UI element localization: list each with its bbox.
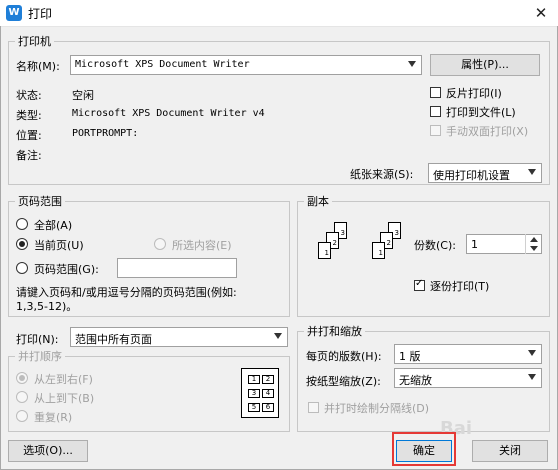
pages-per-sheet-label: 每页的版数(H): bbox=[306, 350, 382, 363]
location-label: 位置: bbox=[16, 129, 42, 142]
range-pages-radio[interactable] bbox=[16, 262, 28, 274]
range-hint-line2: 1,3,5-12)。 bbox=[16, 300, 78, 313]
paper-source-label: 纸张来源(S): bbox=[350, 168, 414, 181]
properties-button[interactable]: 属性(P)... bbox=[430, 54, 540, 76]
order-repeat-label: 重复(R) bbox=[34, 411, 73, 424]
order-repeat-radio[interactable] bbox=[16, 410, 28, 422]
draw-borders-checkbox[interactable] bbox=[308, 402, 319, 413]
paper-source-value: 使用打印机设置 bbox=[433, 169, 510, 182]
scale-select[interactable]: 无缩放 bbox=[394, 368, 542, 388]
print-what-select[interactable]: 范围中所有页面 bbox=[70, 327, 288, 347]
close-icon[interactable]: ✕ bbox=[528, 2, 554, 24]
range-selection-radio[interactable] bbox=[154, 238, 166, 250]
range-pages-label: 页码范围(G): bbox=[34, 263, 99, 276]
order-preview: 1 2 3 4 5 6 bbox=[241, 368, 279, 418]
range-all-label: 全部(A) bbox=[34, 219, 73, 232]
spin-up-icon bbox=[530, 237, 538, 242]
status-label: 状态: bbox=[16, 89, 42, 102]
copies-legend: 副本 bbox=[307, 195, 329, 208]
title-bar bbox=[0, 0, 558, 27]
copies-count-input[interactable]: 1 bbox=[466, 234, 542, 254]
pages-per-sheet-value: 1 版 bbox=[399, 350, 421, 363]
order-cell: 2 bbox=[262, 375, 274, 384]
highlight-box bbox=[392, 432, 456, 466]
print-to-file-checkbox[interactable] bbox=[430, 106, 441, 117]
chevron-down-icon bbox=[274, 333, 282, 339]
printer-name-label: 名称(M): bbox=[16, 60, 60, 73]
print-to-file-label: 打印到文件(L) bbox=[446, 106, 516, 119]
collate-illustration-b: 3 2 1 bbox=[364, 222, 409, 287]
collate-label: 逐份打印(T) bbox=[430, 280, 490, 293]
page-range-input[interactable] bbox=[117, 258, 237, 278]
app-icon: W bbox=[6, 5, 22, 21]
scale-label: 按纸型缩放(Z): bbox=[306, 375, 381, 388]
chevron-down-icon bbox=[528, 350, 536, 356]
range-all-radio[interactable] bbox=[16, 218, 28, 230]
chevron-down-icon bbox=[528, 169, 536, 175]
range-selection-label: 所选内容(E) bbox=[172, 239, 232, 252]
draw-borders-label: 并打时绘制分隔线(D) bbox=[324, 402, 430, 415]
order-top-bottom-label: 从上到下(B) bbox=[34, 392, 95, 405]
order-cell: 6 bbox=[262, 403, 274, 412]
type-label: 类型: bbox=[16, 109, 42, 122]
order-cell: 3 bbox=[248, 389, 260, 398]
printer-name-select[interactable]: Microsoft XPS Document Writer bbox=[70, 55, 422, 75]
range-current-radio[interactable] bbox=[16, 238, 28, 250]
range-current-label: 当前页(U) bbox=[34, 239, 84, 252]
status-value: 空闲 bbox=[72, 89, 94, 102]
reverse-print-label: 反片打印(I) bbox=[446, 87, 502, 100]
order-cell: 1 bbox=[248, 375, 260, 384]
order-legend: 并打顺序 bbox=[18, 350, 62, 363]
location-value: PORTPROMPT: bbox=[72, 128, 139, 139]
window-title: 打印 bbox=[28, 7, 53, 21]
copies-count-value: 1 bbox=[471, 238, 478, 251]
scale-value: 无缩放 bbox=[399, 374, 432, 387]
print-what-label: 打印(N): bbox=[16, 333, 59, 346]
spin-down-icon bbox=[530, 246, 538, 251]
page-range-legend: 页码范围 bbox=[18, 195, 62, 208]
collate-checkbox[interactable] bbox=[414, 278, 425, 291]
order-left-right-radio[interactable] bbox=[16, 372, 28, 384]
collate-illustration-a: 3 2 1 bbox=[310, 222, 355, 287]
zoom-legend: 并打和缩放 bbox=[307, 325, 362, 338]
comment-label: 备注: bbox=[16, 149, 42, 162]
reverse-print-checkbox[interactable] bbox=[430, 87, 441, 98]
pages-per-sheet-select[interactable]: 1 版 bbox=[394, 344, 542, 364]
options-button[interactable]: 选项(O)... bbox=[8, 440, 88, 462]
copies-count-label: 份数(C): bbox=[414, 239, 456, 252]
printer-name-value: Microsoft XPS Document Writer bbox=[75, 59, 250, 70]
close-button[interactable]: 关闭 bbox=[472, 440, 548, 462]
paper-source-select[interactable]: 使用打印机设置 bbox=[428, 163, 542, 183]
printer-group-legend: 打印机 bbox=[18, 35, 51, 48]
page-icon: 1 bbox=[372, 242, 385, 259]
type-value: Microsoft XPS Document Writer v4 bbox=[72, 108, 265, 119]
page-icon: 1 bbox=[318, 242, 331, 259]
copies-spinner[interactable] bbox=[525, 234, 541, 254]
chevron-down-icon bbox=[528, 374, 536, 380]
print-what-value: 范围中所有页面 bbox=[75, 333, 152, 346]
order-cell: 5 bbox=[248, 403, 260, 412]
order-top-bottom-radio[interactable] bbox=[16, 391, 28, 403]
order-cell: 4 bbox=[262, 389, 274, 398]
manual-duplex-checkbox[interactable] bbox=[430, 125, 441, 136]
chevron-down-icon bbox=[408, 61, 416, 67]
manual-duplex-label: 手动双面打印(X) bbox=[446, 125, 529, 138]
order-left-right-label: 从左到右(F) bbox=[34, 373, 93, 386]
